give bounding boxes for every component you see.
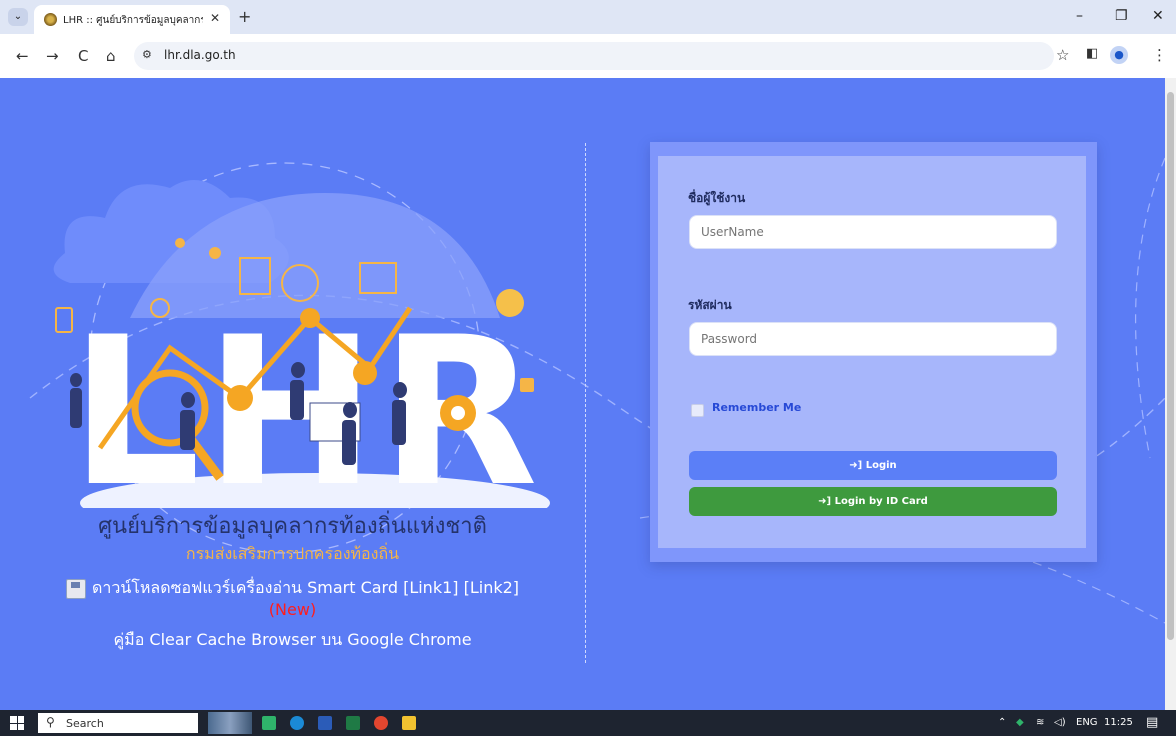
download-text[interactable]: ดาวน์โหลดซอฟแวร์เครื่องอ่าน Smart Card [… xyxy=(92,578,519,597)
scrollbar-thumb[interactable] xyxy=(1167,92,1174,640)
site-settings-icon[interactable]: ⚙ xyxy=(142,48,152,61)
side-panel-icon[interactable]: ◧ xyxy=(1086,46,1098,61)
word-icon[interactable] xyxy=(318,716,332,730)
language-indicator[interactable]: ENG xyxy=(1076,717,1098,728)
tray-app-icon[interactable]: ◆ xyxy=(1016,717,1024,728)
new-label: (New) xyxy=(268,600,317,619)
url-text: lhr.dla.go.th xyxy=(164,48,236,62)
download-disk-icon xyxy=(65,578,86,599)
tab-title: LHR :: ศูนย์บริการข้อมูลบุคลากรท้องถิ่นแ… xyxy=(63,15,203,26)
profile-avatar[interactable]: ● xyxy=(1110,46,1128,64)
browser-tab[interactable]: LHR :: ศูนย์บริการข้อมูลบุคลากรท้องถิ่นแ… xyxy=(34,5,230,34)
chrome-icon[interactable] xyxy=(374,716,388,730)
site-favicon-icon xyxy=(44,13,57,26)
home-button[interactable]: ⌂ xyxy=(106,47,116,65)
username-label: ชื่อผู้ใช้งาน xyxy=(688,191,746,205)
clock-time[interactable]: 11:25 xyxy=(1104,717,1133,728)
browser-menu-icon[interactable]: ⋮ xyxy=(1152,46,1167,64)
password-label: รหัสผ่าน xyxy=(688,298,732,312)
taskbar-search-box[interactable]: ⚲ Search xyxy=(38,713,198,733)
site-subtitle: กรมส่งเสริมการปกครองท้องถิ่น xyxy=(185,544,400,563)
notifications-icon[interactable]: ▤ xyxy=(1146,715,1158,730)
login-panel: ชื่อผู้ใช้งาน รหัสผ่าน Remember Me ➜] Lo… xyxy=(650,142,1097,562)
address-bar[interactable]: ⚙ lhr.dla.go.th xyxy=(134,42,1054,70)
volume-icon[interactable]: ◁) xyxy=(1054,717,1066,728)
taskbar-search-text: Search xyxy=(66,717,104,730)
close-window-button[interactable]: ✕ xyxy=(1152,8,1164,24)
login-form: ชื่อผู้ใช้งาน รหัสผ่าน Remember Me ➜] Lo… xyxy=(658,156,1086,548)
login-button[interactable]: ➜] Login xyxy=(689,451,1057,480)
site-title: ศูนย์บริการข้อมูลบุคลากรท้องถิ่นแห่งชาติ xyxy=(98,514,487,539)
tab-close-icon[interactable]: ✕ xyxy=(210,11,220,25)
remember-me-label[interactable]: Remember Me xyxy=(712,401,801,414)
wifi-icon[interactable]: ≋ xyxy=(1036,717,1044,728)
file-explorer-icon[interactable] xyxy=(402,716,416,730)
windows-start-icon[interactable] xyxy=(10,716,24,730)
lhr-illustration: LHR xyxy=(53,180,550,508)
clear-cache-manual-link[interactable]: คู่มือ Clear Cache Browser บน Google Chr… xyxy=(0,628,585,653)
taskbar-app-icon[interactable] xyxy=(262,716,276,730)
search-icon: ⚲ xyxy=(46,715,55,729)
excel-icon[interactable] xyxy=(346,716,360,730)
minimize-button[interactable]: – xyxy=(1076,8,1083,24)
username-input[interactable] xyxy=(689,215,1057,249)
bookmark-star-icon[interactable]: ☆ xyxy=(1056,46,1069,64)
center-divider xyxy=(585,143,586,663)
tab-search-button[interactable]: ⌄ xyxy=(8,8,28,26)
windows-taskbar: ⚲ Search ⌃ ◆ ≋ ◁) ENG 11:25 ▤ xyxy=(0,710,1176,736)
edge-icon[interactable] xyxy=(290,716,304,730)
reload-button[interactable]: C xyxy=(78,47,88,65)
forward-button[interactable]: → xyxy=(46,47,59,65)
download-smart-card-link[interactable]: ดาวน์โหลดซอฟแวร์เครื่องอ่าน Smart Card [… xyxy=(0,576,585,601)
password-input[interactable] xyxy=(689,322,1057,356)
tab-bar: ⌄ LHR :: ศูนย์บริการข้อมูลบุคลากรท้องถิ่… xyxy=(0,0,1176,34)
back-button[interactable]: ← xyxy=(16,47,29,65)
new-tab-button[interactable]: + xyxy=(238,7,251,26)
login-id-card-button[interactable]: ➜] Login by ID Card xyxy=(689,487,1057,516)
remember-me-checkbox[interactable] xyxy=(691,404,704,417)
taskbar-widget-image[interactable] xyxy=(208,712,252,734)
browser-toolbar: ← → C ⌂ ⚙ lhr.dla.go.th ☆ ◧ ● ⋮ xyxy=(0,34,1176,79)
tray-chevron-icon[interactable]: ⌃ xyxy=(998,717,1006,728)
page-content: LHR ศูนย์บริการข้อมูลบุคลากรท้องถิ่นแห่ง… xyxy=(0,78,1165,710)
restore-button[interactable]: ❐ xyxy=(1115,8,1128,24)
